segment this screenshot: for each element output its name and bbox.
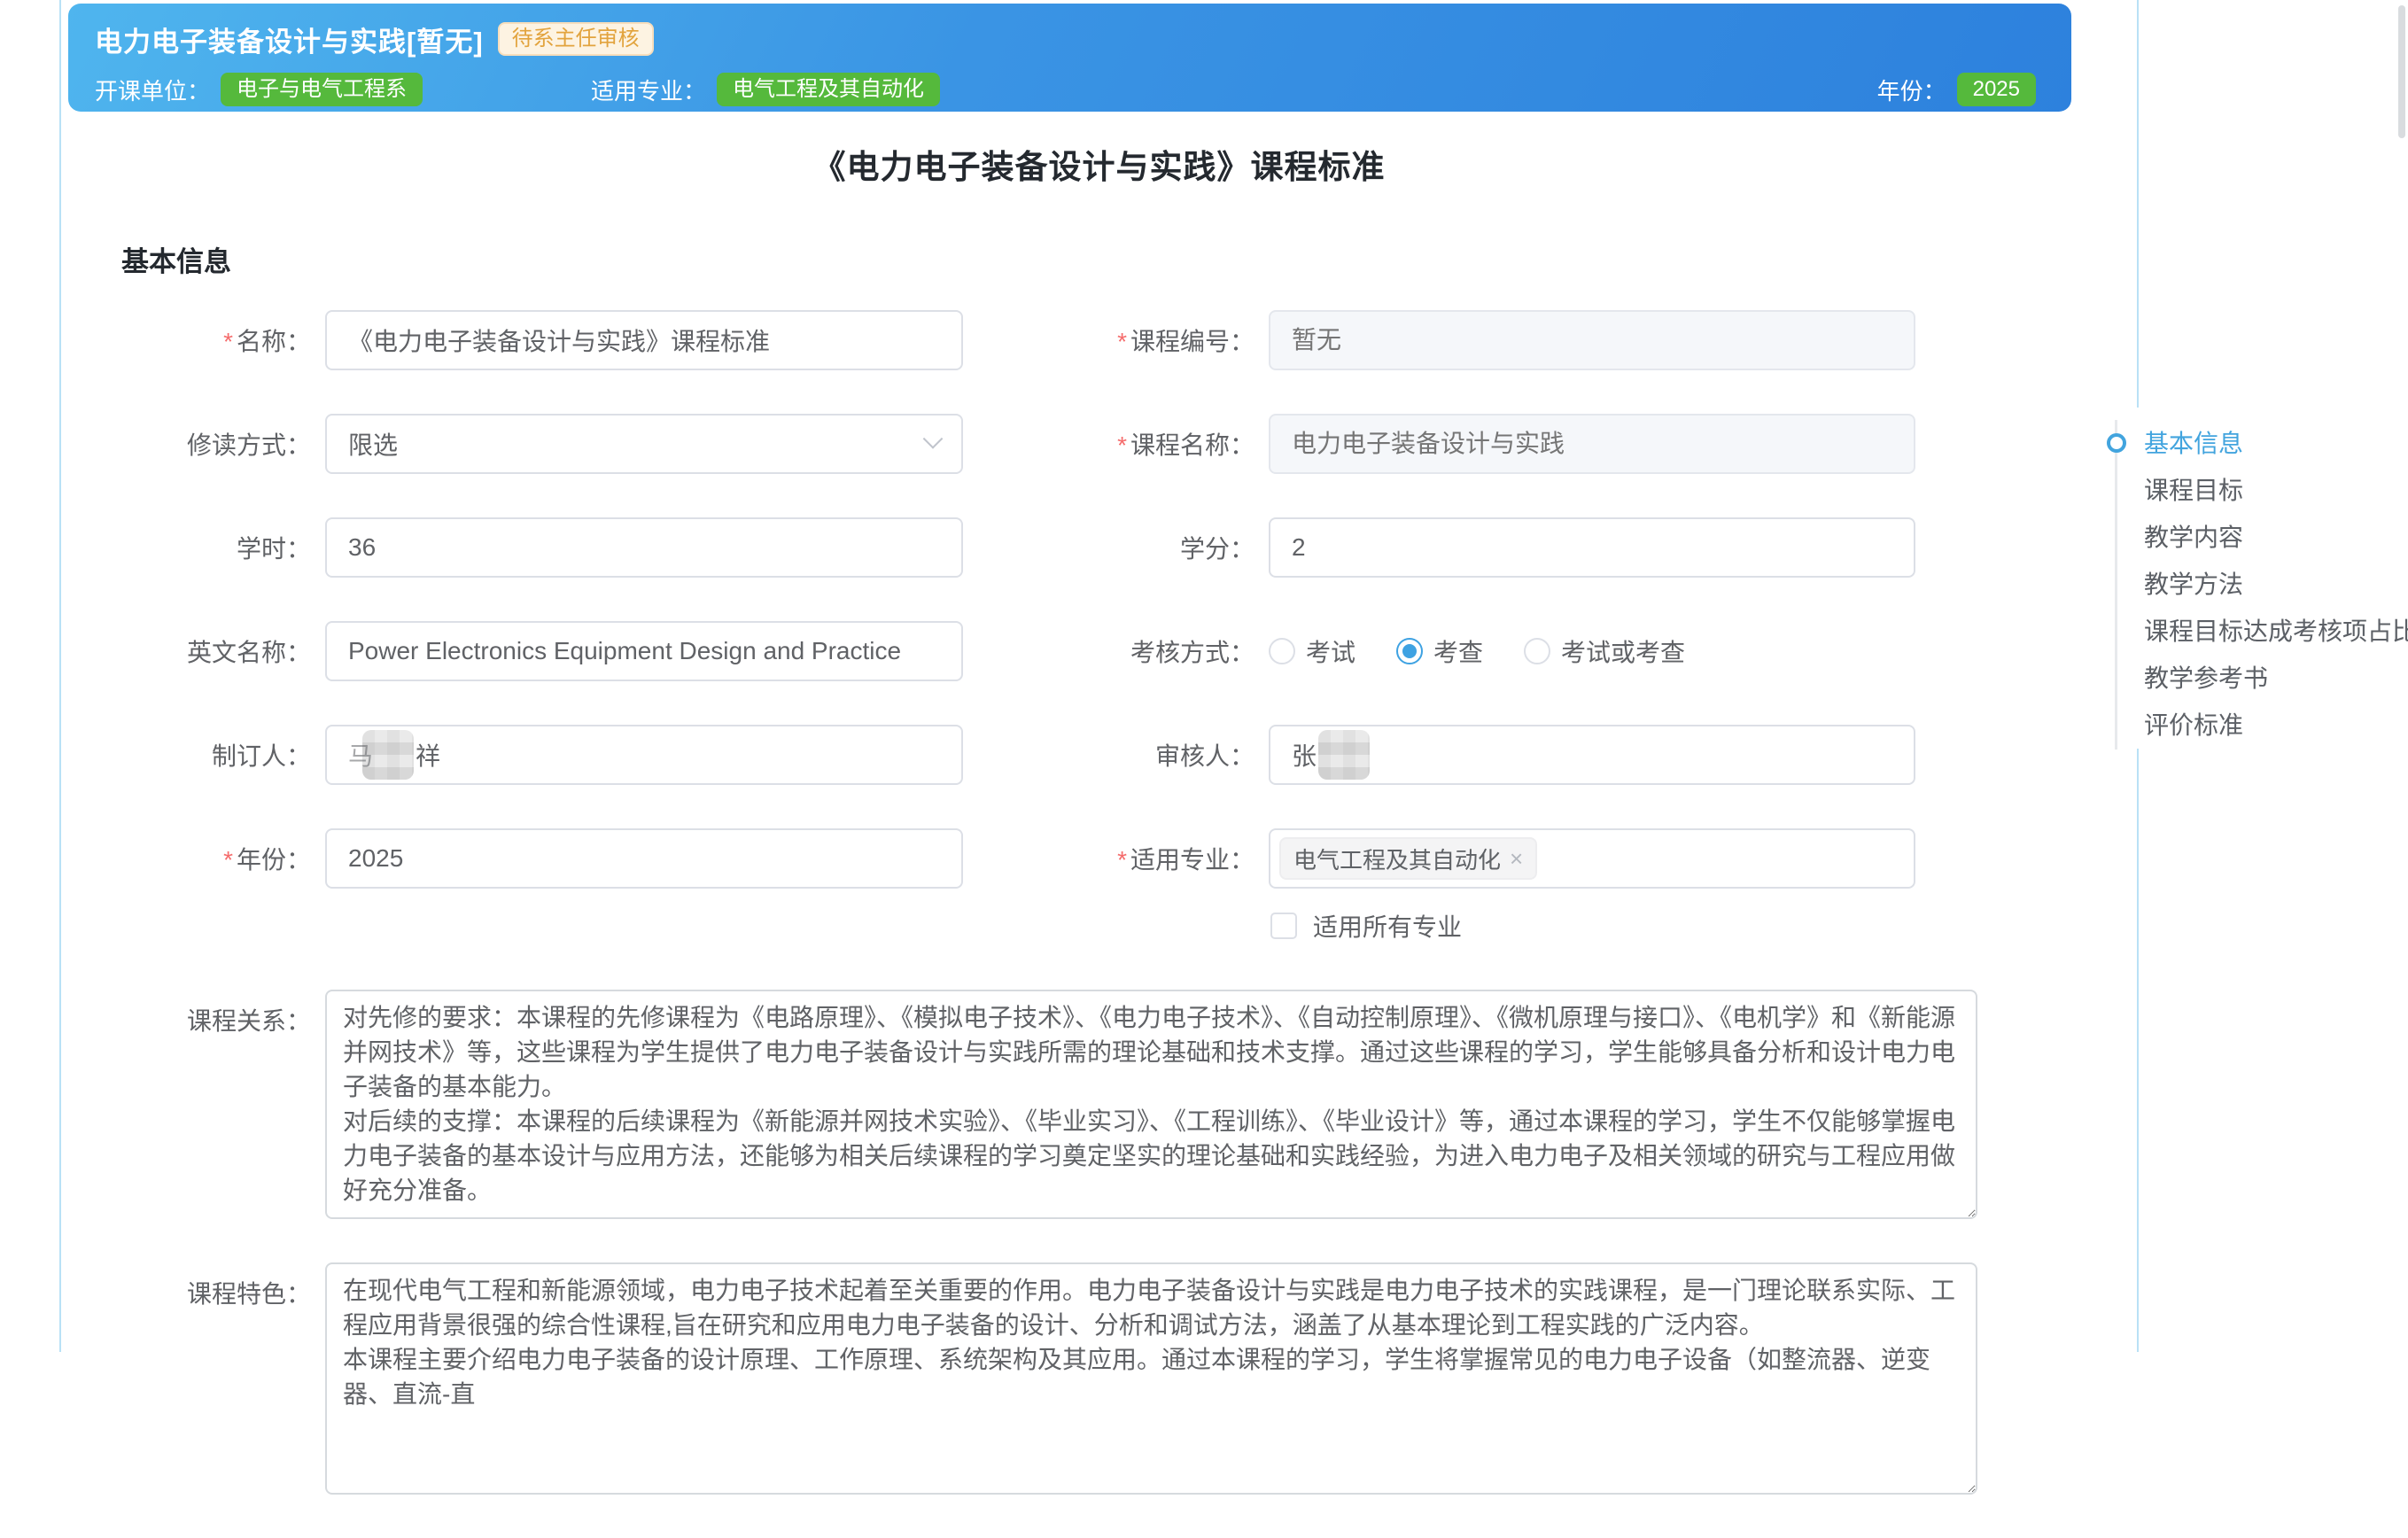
- nav-item-teaching-methods[interactable]: 教学方法: [2101, 561, 2408, 608]
- nav-item-evaluation-standards[interactable]: 评价标准: [2101, 702, 2408, 749]
- hours-input[interactable]: [325, 517, 963, 578]
- course-code-label: * 课程编号：: [1117, 328, 1254, 355]
- study-mode-label: 修读方式：: [186, 431, 311, 459]
- author-label: 制订人：: [211, 742, 311, 770]
- reviewer-name-prefix: 张: [1292, 742, 1317, 770]
- required-asterisk: *: [1117, 328, 1127, 355]
- hours-label: 学时：: [236, 535, 311, 563]
- year-field-label: * 年份：: [223, 846, 311, 874]
- scrollbar[interactable]: [2398, 5, 2405, 138]
- active-anchor-marker-icon: [2107, 433, 2126, 453]
- course-name-input: [1269, 414, 1915, 474]
- course-relation-textarea[interactable]: 对先修的要求：本课程的先修课程为《电路原理》、《模拟电子技术》、《电力电子技术》…: [325, 990, 1977, 1219]
- all-majors-checkbox-row: 适用所有专业: [1270, 908, 1977, 944]
- year-label: 年份：: [1876, 77, 1946, 105]
- course-relation-label: 课程关系：: [186, 1007, 311, 1035]
- course-feature-textarea[interactable]: 在现代电气工程和新能源领域，电力电子技术起着至关重要的作用。电力电子装备设计与实…: [325, 1262, 1977, 1495]
- course-header: 电力电子装备设计与实践[暂无] 待系主任审核 开课单位： 电子与电气工程系 适用…: [68, 4, 2071, 112]
- major-tag: 电气工程及其自动化: [717, 73, 941, 106]
- radio-exam[interactable]: 考试: [1269, 633, 1355, 669]
- unit-label: 开课单位：: [95, 77, 211, 105]
- section-title-basic-info: 基本信息: [121, 246, 231, 277]
- all-majors-checkbox-label: 适用所有专业: [1313, 913, 1463, 941]
- required-asterisk: *: [1117, 846, 1127, 874]
- nav-item-basic-info[interactable]: 基本信息: [2101, 420, 2408, 467]
- radio-icon: [1524, 638, 1551, 664]
- nav-item-reference-books[interactable]: 教学参考书: [2101, 655, 2408, 702]
- course-feature-label: 课程特色：: [186, 1280, 311, 1308]
- author-input[interactable]: 马 祥: [325, 725, 963, 785]
- anchor-rail: [2115, 420, 2117, 750]
- required-asterisk: *: [223, 846, 233, 874]
- assessment-label: 考核方式：: [1130, 639, 1254, 666]
- status-badge: 待系主任审核: [497, 22, 654, 56]
- name-input[interactable]: [325, 310, 963, 370]
- remove-tag-icon[interactable]: ×: [1510, 845, 1523, 873]
- author-name-suffix: 祥: [416, 742, 441, 770]
- reviewer-input[interactable]: 张: [1269, 725, 1915, 785]
- nav-item-course-goals[interactable]: 课程目标: [2101, 467, 2408, 514]
- name-label: * 名称：: [223, 328, 311, 355]
- majors-input[interactable]: 电气工程及其自动化 ×: [1269, 828, 1915, 889]
- main-panel: 电力电子装备设计与实践[暂无] 待系主任审核 开课单位： 电子与电气工程系 适用…: [59, 0, 2139, 1495]
- assessment-radio-group: 考试 考查 考试或考查: [1269, 621, 1726, 681]
- checkbox-unchecked-icon[interactable]: [1270, 913, 1297, 939]
- basic-info-form: *名称： *课程编号： 修读方式： 限选 *课程名称：: [121, 310, 1977, 1538]
- english-name-label: 英文名称：: [186, 639, 311, 666]
- redaction-blur: [1318, 730, 1371, 780]
- page-title: 《电力电子装备设计与实践》课程标准: [812, 149, 1386, 185]
- author-name-prefix: 马: [348, 742, 374, 770]
- major-label: 适用专业：: [591, 77, 707, 105]
- study-mode-value: 限选: [348, 431, 399, 459]
- credits-input[interactable]: [1269, 517, 1915, 578]
- reviewer-label: 审核人：: [1154, 742, 1254, 770]
- year-tag: 2025: [1956, 73, 2036, 106]
- nav-item-teaching-content[interactable]: 教学内容: [2101, 514, 2408, 561]
- course-name-label: * 课程名称：: [1117, 431, 1254, 459]
- study-mode-select[interactable]: 限选: [325, 414, 963, 474]
- year-input[interactable]: [325, 828, 963, 889]
- radio-selected-icon: [1396, 638, 1424, 664]
- radio-check[interactable]: 考查: [1396, 633, 1483, 669]
- credits-label: 学分：: [1179, 535, 1254, 563]
- unit-tag: 电子与电气工程系: [221, 73, 423, 106]
- english-name-input[interactable]: [325, 621, 963, 681]
- radio-icon: [1269, 638, 1295, 664]
- nav-item-goal-assessment-ratio[interactable]: 课程目标达成考核项占比: [2101, 608, 2408, 655]
- chevron-down-icon: [922, 429, 944, 449]
- required-asterisk: *: [1117, 431, 1127, 459]
- majors-label: * 适用专业：: [1117, 846, 1254, 874]
- course-title: 电力电子装备设计与实践[暂无]: [95, 26, 484, 58]
- required-asterisk: *: [223, 328, 233, 355]
- radio-exam-or-check[interactable]: 考试或考查: [1524, 633, 1685, 669]
- major-chip: 电气工程及其自动化 ×: [1279, 837, 1538, 880]
- anchor-nav: 基本信息 课程目标 教学内容 教学方法 课程目标达成考核项占比 教学参考书 评价…: [2101, 408, 2408, 750]
- course-code-input: [1269, 310, 1915, 370]
